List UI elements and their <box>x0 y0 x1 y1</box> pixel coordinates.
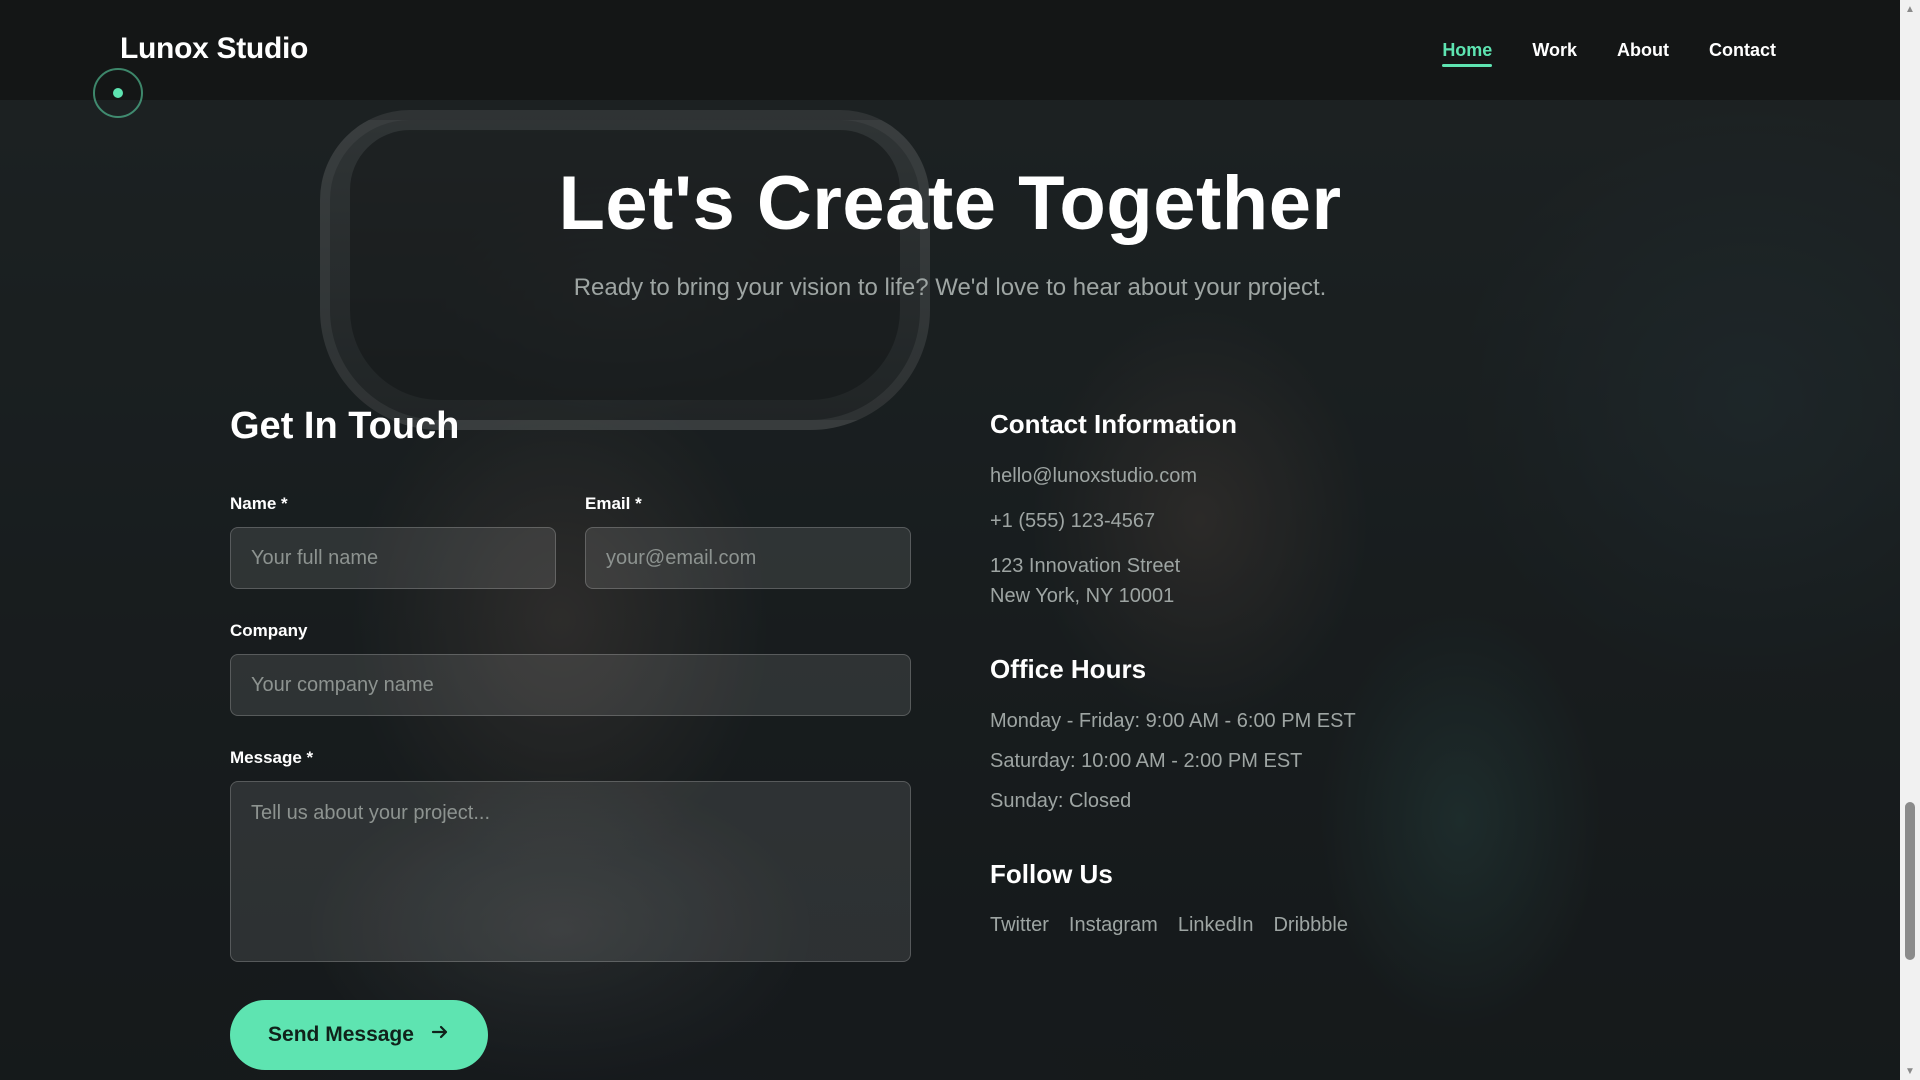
office-hours-sunday: Sunday: Closed <box>990 790 1132 812</box>
social-link-linkedin[interactable]: LinkedIn <box>1178 914 1254 937</box>
follow-us-title: Follow Us <box>990 859 1113 889</box>
send-message-label: Send Message <box>268 1023 414 1046</box>
email-field[interactable] <box>585 527 911 589</box>
message-field[interactable] <box>230 781 911 962</box>
message-label: Message * <box>230 748 314 767</box>
social-links: Twitter Instagram LinkedIn Dribbble <box>990 914 1348 937</box>
social-link-dribbble[interactable]: Dribbble <box>1273 914 1347 937</box>
nav-item-contact[interactable]: Contact <box>1709 40 1776 67</box>
form-title: Get In Touch <box>230 405 460 447</box>
nav-item-home[interactable]: Home <box>1442 40 1493 67</box>
contact-info-title: Contact Information <box>990 409 1237 439</box>
arrow-right-icon <box>430 1022 450 1048</box>
top-navbar: Lunox Studio Home Work About Contact <box>0 0 1900 100</box>
company-field[interactable] <box>230 654 911 716</box>
scrollbar-thumb[interactable] <box>1905 802 1915 960</box>
contact-phone[interactable]: +1 (555) 123-4567 <box>990 510 1155 533</box>
nav-item-about[interactable]: About <box>1617 40 1669 67</box>
contact-address-line2: New York, NY 10001 <box>990 585 1175 607</box>
office-hours-title: Office Hours <box>990 654 1147 684</box>
page-viewport: Lunox Studio Home Work About Contact Let… <box>0 0 1900 1080</box>
page-subtitle: Ready to bring your vision to life? We'd… <box>573 274 1327 301</box>
brand-logo[interactable]: Lunox Studio <box>120 32 308 66</box>
scroll-up-icon[interactable]: ▲ <box>1900 0 1920 18</box>
social-link-instagram[interactable]: Instagram <box>1069 914 1158 937</box>
name-label: Name * <box>230 494 288 513</box>
social-link-twitter[interactable]: Twitter <box>990 914 1049 937</box>
email-label: Email * <box>585 494 642 513</box>
page-scrollbar[interactable]: ▲ ▼ <box>1900 0 1920 1080</box>
office-hours-weekdays: Monday - Friday: 9:00 AM - 6:00 PM EST <box>990 710 1356 732</box>
nav-item-work[interactable]: Work <box>1532 40 1577 67</box>
contact-email[interactable]: hello@lunoxstudio.com <box>990 465 1197 488</box>
office-hours-saturday: Saturday: 10:00 AM - 2:00 PM EST <box>990 750 1303 772</box>
name-field[interactable] <box>230 527 556 589</box>
company-label: Company <box>230 621 308 640</box>
contact-address-line1: 123 Innovation Street <box>990 555 1181 577</box>
cursor-dot-icon <box>113 88 123 98</box>
nav-links: Home Work About Contact <box>1442 40 1776 67</box>
send-message-button[interactable]: Send Message <box>230 1000 488 1070</box>
scroll-down-icon[interactable]: ▼ <box>1900 1062 1920 1080</box>
custom-cursor-icon <box>93 68 143 118</box>
page-title: Let's Create Together <box>558 161 1342 246</box>
